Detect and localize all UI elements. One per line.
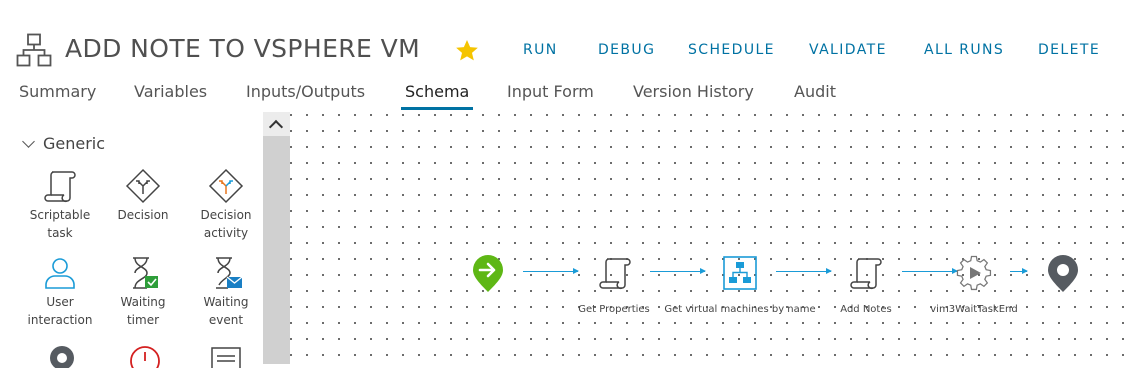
palette-item-decision-activity[interactable]: Decision activity bbox=[186, 168, 266, 242]
palette-item-sublabel: task bbox=[47, 226, 73, 240]
palette-item-waiting-timer[interactable]: Waiting timer bbox=[103, 255, 183, 329]
connector-arrow bbox=[1010, 268, 1028, 274]
scroll-icon bbox=[44, 171, 76, 203]
palette-item-sublabel: timer bbox=[126, 313, 160, 327]
scroll-up-button[interactable] bbox=[263, 112, 290, 136]
palette-item-sublabel: event bbox=[208, 313, 244, 327]
gear-play-icon[interactable] bbox=[956, 255, 992, 291]
node-label-vim3waittaskend: vim3WaitTaskEnd bbox=[930, 304, 1018, 315]
delete-button[interactable]: DELETE bbox=[1038, 42, 1100, 58]
element-palette: Generic Scriptable task Decision Decision… bbox=[0, 112, 266, 368]
palette-group-label: Generic bbox=[43, 134, 106, 153]
tab-variables[interactable]: Variables bbox=[134, 82, 207, 101]
chevron-down-icon bbox=[22, 135, 35, 148]
debug-button[interactable]: DEBUG bbox=[598, 42, 655, 58]
form-icon[interactable] bbox=[210, 346, 242, 368]
user-icon bbox=[45, 258, 75, 289]
decision-diamond-icon bbox=[125, 168, 161, 204]
connector-arrow bbox=[776, 268, 832, 274]
exception-icon[interactable] bbox=[128, 344, 162, 368]
hourglass-calendar-icon bbox=[133, 257, 158, 289]
palette-item-label: Waiting bbox=[120, 295, 166, 309]
tab-inputs-outputs[interactable]: Inputs/Outputs bbox=[246, 82, 365, 101]
tab-input-form[interactable]: Input Form bbox=[507, 82, 594, 101]
tab-version-history[interactable]: Version History bbox=[633, 82, 754, 101]
palette-scrollbar[interactable] bbox=[263, 112, 290, 364]
validate-button[interactable]: VALIDATE bbox=[809, 42, 887, 58]
palette-item-waiting-event[interactable]: Waiting event bbox=[186, 255, 266, 329]
schema-canvas[interactable]: Get Properties Get virtual machines by n… bbox=[290, 112, 1129, 364]
node-label-get-virtual-machines: Get virtual machines by name bbox=[664, 304, 816, 315]
palette-item-label: Waiting bbox=[203, 295, 249, 309]
workflow-icon bbox=[16, 33, 52, 67]
scroll-icon[interactable] bbox=[597, 255, 633, 291]
node-label-add-notes: Add Notes bbox=[840, 304, 892, 315]
end-node[interactable] bbox=[1047, 255, 1079, 293]
node-label-get-properties: Get Properties bbox=[578, 304, 650, 315]
run-button[interactable]: RUN bbox=[523, 42, 558, 58]
end-marker-icon[interactable] bbox=[48, 344, 76, 368]
connector-arrow bbox=[902, 268, 958, 274]
palette-item-sublabel: interaction bbox=[27, 313, 93, 327]
palette-item-label: User bbox=[46, 295, 74, 309]
workflow-header: ADD NOTE TO VSPHERE VM RUN DEBUG SCHEDUL… bbox=[0, 0, 1129, 110]
decision-activity-icon bbox=[208, 168, 244, 204]
palette-item-label: Scriptable bbox=[29, 208, 91, 222]
palette-item-user-interaction[interactable]: User interaction bbox=[20, 255, 100, 329]
all-runs-button[interactable]: ALL RUNS bbox=[924, 42, 1004, 58]
tab-summary[interactable]: Summary bbox=[19, 82, 96, 101]
tab-audit[interactable]: Audit bbox=[794, 82, 836, 101]
palette-item-scriptable-task[interactable]: Scriptable task bbox=[20, 168, 100, 242]
palette-item-label: Decision bbox=[117, 208, 169, 222]
workflow-node-icon[interactable] bbox=[723, 256, 757, 290]
start-node[interactable] bbox=[472, 255, 504, 293]
page-title: ADD NOTE TO VSPHERE VM bbox=[65, 34, 421, 63]
chevron-up-icon bbox=[268, 119, 284, 135]
connector-arrow bbox=[650, 268, 706, 274]
hourglass-mail-icon bbox=[216, 257, 243, 289]
palette-item-sublabel: activity bbox=[203, 226, 249, 240]
star-icon[interactable] bbox=[454, 38, 480, 64]
palette-item-label: Decision bbox=[200, 208, 252, 222]
scroll-icon[interactable] bbox=[848, 255, 884, 291]
tab-schema[interactable]: Schema bbox=[405, 82, 469, 101]
palette-group-generic[interactable]: Generic bbox=[22, 134, 105, 153]
active-tab-indicator bbox=[401, 107, 473, 110]
connector-arrow bbox=[523, 268, 579, 274]
schedule-button[interactable]: SCHEDULE bbox=[688, 42, 775, 58]
tab-bar: Summary Variables Inputs/Outputs Schema … bbox=[0, 80, 1129, 112]
palette-item-decision[interactable]: Decision bbox=[103, 168, 183, 224]
